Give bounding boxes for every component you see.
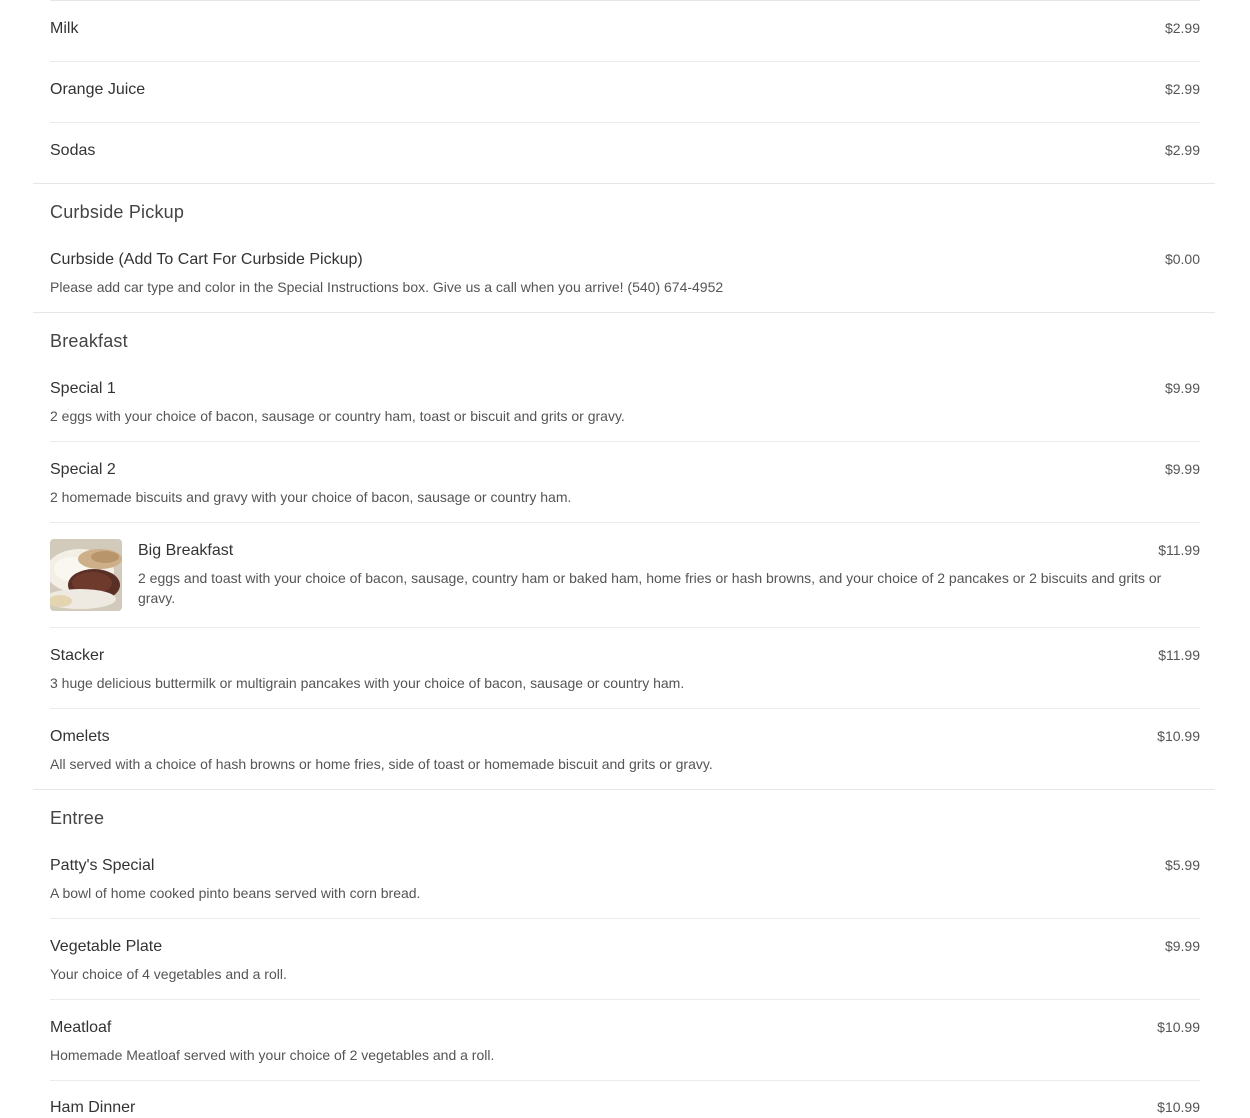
menu-item-special-1[interactable]: Special 1 2 eggs with your choice of bac… bbox=[50, 379, 1200, 426]
section-title-breakfast: Breakfast bbox=[50, 331, 128, 351]
item-name: Patty's Special bbox=[50, 857, 155, 874]
item-description: Your choice of 4 vegetables and a roll. bbox=[50, 966, 287, 982]
menu-item-curbside[interactable]: Curbside (Add To Cart For Curbside Picku… bbox=[50, 250, 1200, 297]
item-name: Special 2 bbox=[50, 461, 116, 478]
divider bbox=[50, 122, 1200, 123]
item-price: $10.99 bbox=[1157, 728, 1200, 744]
food-photo bbox=[50, 539, 122, 611]
item-price: $10.99 bbox=[1157, 1019, 1200, 1035]
divider bbox=[50, 627, 1200, 628]
divider bbox=[50, 1080, 1200, 1081]
menu-item-orange-juice[interactable]: Orange Juice $2.99 bbox=[50, 80, 1200, 100]
item-name: Milk bbox=[50, 20, 79, 37]
item-name: Sodas bbox=[50, 142, 96, 159]
menu-item-sodas[interactable]: Sodas $2.99 bbox=[50, 141, 1200, 161]
item-name: Curbside (Add To Cart For Curbside Picku… bbox=[50, 251, 363, 268]
item-price: $5.99 bbox=[1164, 857, 1200, 873]
item-price: $2.99 bbox=[1164, 81, 1200, 97]
item-price: $11.99 bbox=[1158, 542, 1200, 558]
section-divider bbox=[33, 312, 1215, 313]
item-description: Please add car type and color in the Spe… bbox=[50, 279, 724, 295]
divider bbox=[50, 522, 1200, 523]
divider bbox=[50, 918, 1200, 919]
section-title-curbside: Curbside Pickup bbox=[50, 202, 185, 222]
item-name: Big Breakfast bbox=[138, 542, 234, 559]
item-description: All served with a choice of hash browns … bbox=[50, 756, 713, 772]
menu-item-omelets[interactable]: Omelets All served with a choice of hash… bbox=[50, 727, 1200, 774]
item-name: Meatloaf bbox=[50, 1019, 112, 1036]
menu-item-special-2[interactable]: Special 2 2 homemade biscuits and gravy … bbox=[50, 460, 1200, 507]
item-price: $2.99 bbox=[1164, 142, 1200, 158]
menu-item-milk[interactable]: Milk $2.99 bbox=[50, 19, 1200, 39]
menu-item-ham-dinner[interactable]: Ham Dinner $10.99 bbox=[50, 1098, 1200, 1118]
item-name: Ham Dinner bbox=[50, 1099, 136, 1116]
item-name: Vegetable Plate bbox=[50, 938, 163, 955]
item-price: $9.99 bbox=[1164, 938, 1200, 954]
section-title-entree: Entree bbox=[50, 808, 105, 828]
section-divider bbox=[33, 183, 1215, 184]
divider bbox=[50, 441, 1200, 442]
item-price: $2.99 bbox=[1164, 20, 1200, 36]
item-price: $9.99 bbox=[1164, 461, 1200, 477]
item-name: Special 1 bbox=[50, 380, 116, 397]
item-name: Stacker bbox=[50, 647, 105, 664]
item-name: Omelets bbox=[50, 728, 110, 745]
menu-item-vegetable-plate[interactable]: Vegetable Plate Your choice of 4 vegetab… bbox=[50, 937, 1200, 984]
menu-item-meatloaf[interactable]: Meatloaf Homemade Meatloaf served with y… bbox=[50, 1018, 1200, 1065]
divider bbox=[50, 0, 1200, 1]
divider bbox=[50, 708, 1200, 709]
menu-item-big-breakfast[interactable]: Big Breakfast 2 eggs and toast with your… bbox=[50, 539, 1200, 611]
item-price: $11.99 bbox=[1158, 647, 1200, 663]
item-description: Homemade Meatloaf served with your choic… bbox=[50, 1047, 495, 1063]
item-description: 2 eggs with your choice of bacon, sausag… bbox=[50, 408, 625, 424]
item-description: 3 huge delicious buttermilk or multigrai… bbox=[50, 675, 685, 691]
item-price: $0.00 bbox=[1164, 251, 1200, 267]
section-divider bbox=[33, 789, 1215, 790]
item-price: $10.99 bbox=[1157, 1099, 1200, 1115]
item-price: $9.99 bbox=[1164, 380, 1200, 396]
divider bbox=[50, 61, 1200, 62]
item-description: 2 eggs and toast with your choice of bac… bbox=[138, 570, 1162, 606]
item-description: A bowl of home cooked pinto beans served… bbox=[50, 885, 421, 901]
menu-item-stacker[interactable]: Stacker 3 huge delicious buttermilk or m… bbox=[50, 646, 1200, 693]
divider bbox=[50, 999, 1200, 1000]
item-name: Orange Juice bbox=[50, 81, 146, 98]
item-description: 2 homemade biscuits and gravy with your … bbox=[50, 489, 572, 505]
menu-item-pattys-special[interactable]: Patty's Special A bowl of home cooked pi… bbox=[50, 856, 1200, 903]
